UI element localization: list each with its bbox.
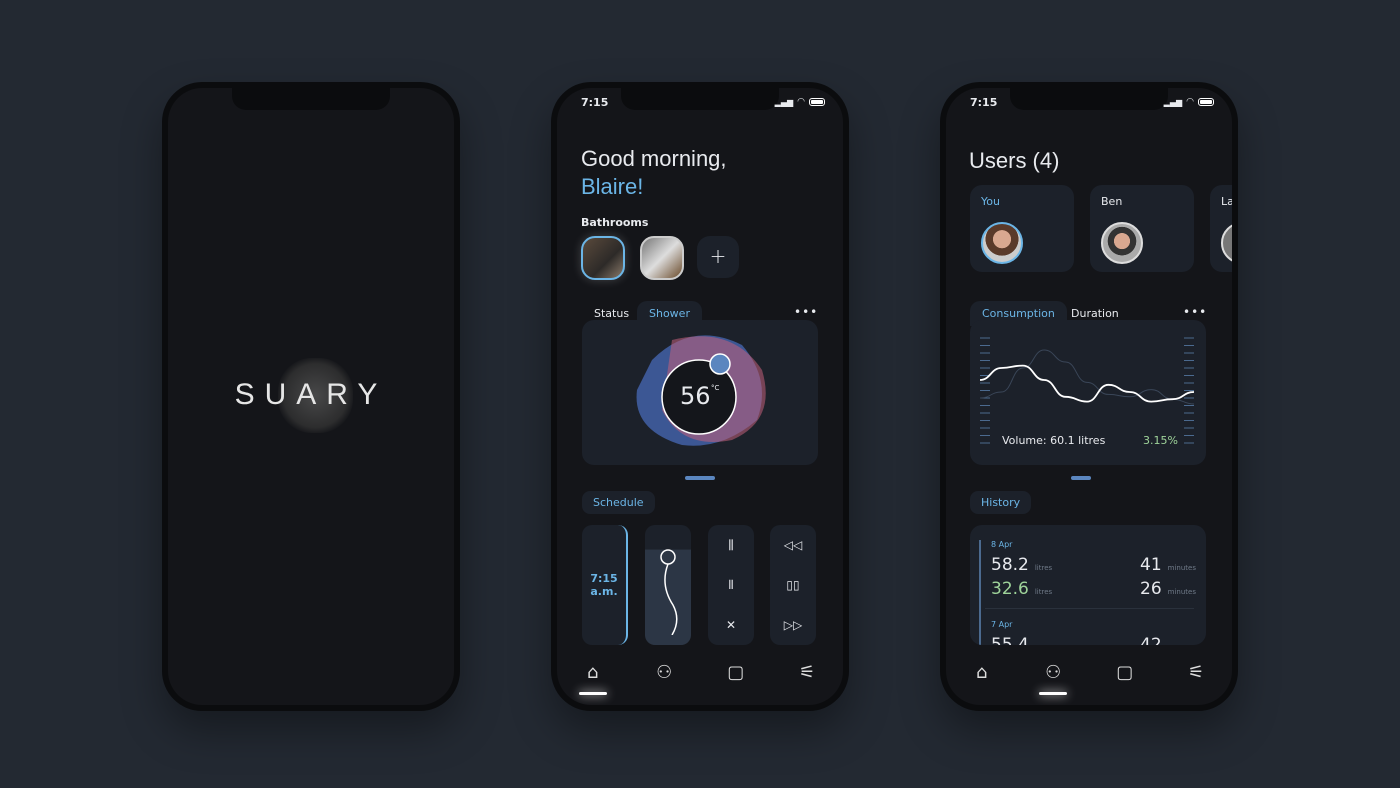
wifi-icon: ◠	[1186, 97, 1194, 107]
timeline-bar	[979, 540, 981, 645]
history-minutes-1: 42	[1140, 635, 1162, 645]
page-indicator[interactable]	[1071, 476, 1091, 480]
nav-home-icon[interactable]: ⌂	[573, 662, 613, 695]
history-button[interactable]: History	[970, 491, 1032, 514]
schedule-button[interactable]: Schedule	[582, 491, 655, 514]
signal-icon: ▂▄▆	[774, 97, 794, 107]
phone-users: 7:15 ▂▄▆ ◠ Users (4) You Ben La Consumpti…	[940, 82, 1238, 711]
history-date: 8 Apr	[991, 540, 1013, 549]
users-title: Users (4)	[969, 148, 1060, 173]
notch	[232, 88, 390, 110]
status-time: 7:15	[970, 96, 998, 109]
spray-massage-icon[interactable]: ✕	[726, 618, 736, 632]
history-litres-2: 32.6 litres	[991, 579, 1053, 599]
history-minutes-1: 41 minutes	[1140, 555, 1196, 575]
user-name: La	[1221, 195, 1232, 208]
temperature-unit: °C	[711, 384, 720, 392]
user-name: You	[981, 195, 1000, 208]
users-screen: 7:15 ▂▄▆ ◠ Users (4) You Ben La Consumpti…	[946, 88, 1232, 705]
more-button[interactable]: •••	[794, 305, 818, 319]
bathrooms-label: Bathrooms	[581, 216, 649, 229]
battery-icon	[809, 98, 825, 106]
schedule-ampm: a.m.	[590, 585, 618, 598]
app-logo: SUARY	[234, 378, 388, 411]
home-screen: 7:15 ▂▄▆ ◠ Good morning, Blaire! Bathroom…	[557, 88, 843, 705]
battery-icon	[1198, 98, 1214, 106]
change-percent: 3.15%	[1143, 434, 1178, 447]
nav-users-icon[interactable]: ⚇	[1033, 662, 1073, 695]
series-line-primary	[979, 364, 1195, 403]
history-date: 7 Apr	[991, 620, 1013, 629]
signal-icon: ▂▄▆	[1163, 97, 1183, 107]
spray-jet-icon[interactable]: ⫴	[728, 578, 733, 593]
series-line-secondary	[979, 349, 1195, 405]
nav-settings-icon[interactable]: ⚟	[1176, 662, 1216, 683]
playback-controls: ◁◁ ▯▯ ▷▷	[770, 525, 816, 645]
history-litres-1: 55.4	[991, 635, 1029, 645]
notch	[621, 88, 779, 110]
user-card-3[interactable]: La	[1210, 185, 1232, 272]
user-card-you[interactable]: You	[970, 185, 1074, 272]
schedule-time-tile[interactable]: 7:15 a.m.	[582, 525, 628, 645]
page-indicator[interactable]	[685, 476, 715, 480]
greeting: Good morning,	[581, 146, 727, 171]
status-icons: ▂▄▆ ◠	[1164, 97, 1214, 107]
status-icons: ▂▄▆ ◠	[775, 97, 825, 107]
volume-label: Volume: 60.1 litres	[1002, 434, 1106, 447]
nav-notes-icon[interactable]: ▢	[1105, 662, 1145, 683]
bottom-nav: ⌂ ⚇ ▢ ⚟	[557, 662, 843, 695]
history-card: 8 Apr 58.2 litres 32.6 litres 41 minutes 26…	[970, 525, 1206, 645]
phone-home: 7:15 ▂▄▆ ◠ Good morning, Blaire! Bathroom…	[551, 82, 849, 711]
divider	[985, 608, 1194, 609]
more-button[interactable]: •••	[1183, 305, 1207, 319]
user-name: Ben	[1101, 195, 1123, 208]
schedule-time: 7:15	[590, 572, 618, 585]
wifi-icon: ◠	[797, 97, 805, 107]
nav-home-icon[interactable]: ⌂	[962, 662, 1002, 683]
spray-rain-icon[interactable]: ⫼	[728, 538, 734, 553]
consumption-card: Volume: 60.1 litres 3.15%	[970, 320, 1206, 465]
notch	[1010, 88, 1168, 110]
phone-splash: SUARY	[162, 82, 460, 711]
spray-mode-selector[interactable]: ⫼ ⫴ ✕	[708, 525, 754, 645]
shower-card: 56 °C	[582, 320, 818, 465]
avatar	[981, 222, 1023, 264]
avatar	[1221, 222, 1232, 264]
bottom-nav: ⌂ ⚇ ▢ ⚟	[946, 662, 1232, 695]
forward-button[interactable]: ▷▷	[784, 618, 802, 632]
flow-handle-icon	[660, 549, 678, 635]
flow-slider[interactable]	[645, 525, 691, 645]
user-card-ben[interactable]: Ben	[1090, 185, 1194, 272]
history-litres-1: 58.2 litres	[991, 555, 1053, 575]
rewind-button[interactable]: ◁◁	[784, 538, 802, 552]
nav-settings-icon[interactable]: ⚟	[787, 662, 827, 683]
add-bathroom-button[interactable]: +	[697, 236, 739, 278]
splash-screen: SUARY	[168, 88, 454, 705]
bathroom-thumb-1[interactable]	[581, 236, 625, 280]
user-name: Blaire!	[581, 174, 644, 199]
history-minutes-2: 26 minutes	[1140, 579, 1196, 599]
nav-users-icon[interactable]: ⚇	[644, 662, 684, 683]
status-time: 7:15	[581, 96, 609, 109]
bathroom-thumb-2[interactable]	[640, 236, 684, 280]
pause-button[interactable]: ▯▯	[786, 578, 799, 592]
temperature-value: 56	[680, 382, 711, 410]
nav-notes-icon[interactable]: ▢	[716, 662, 756, 683]
avatar	[1101, 222, 1143, 264]
